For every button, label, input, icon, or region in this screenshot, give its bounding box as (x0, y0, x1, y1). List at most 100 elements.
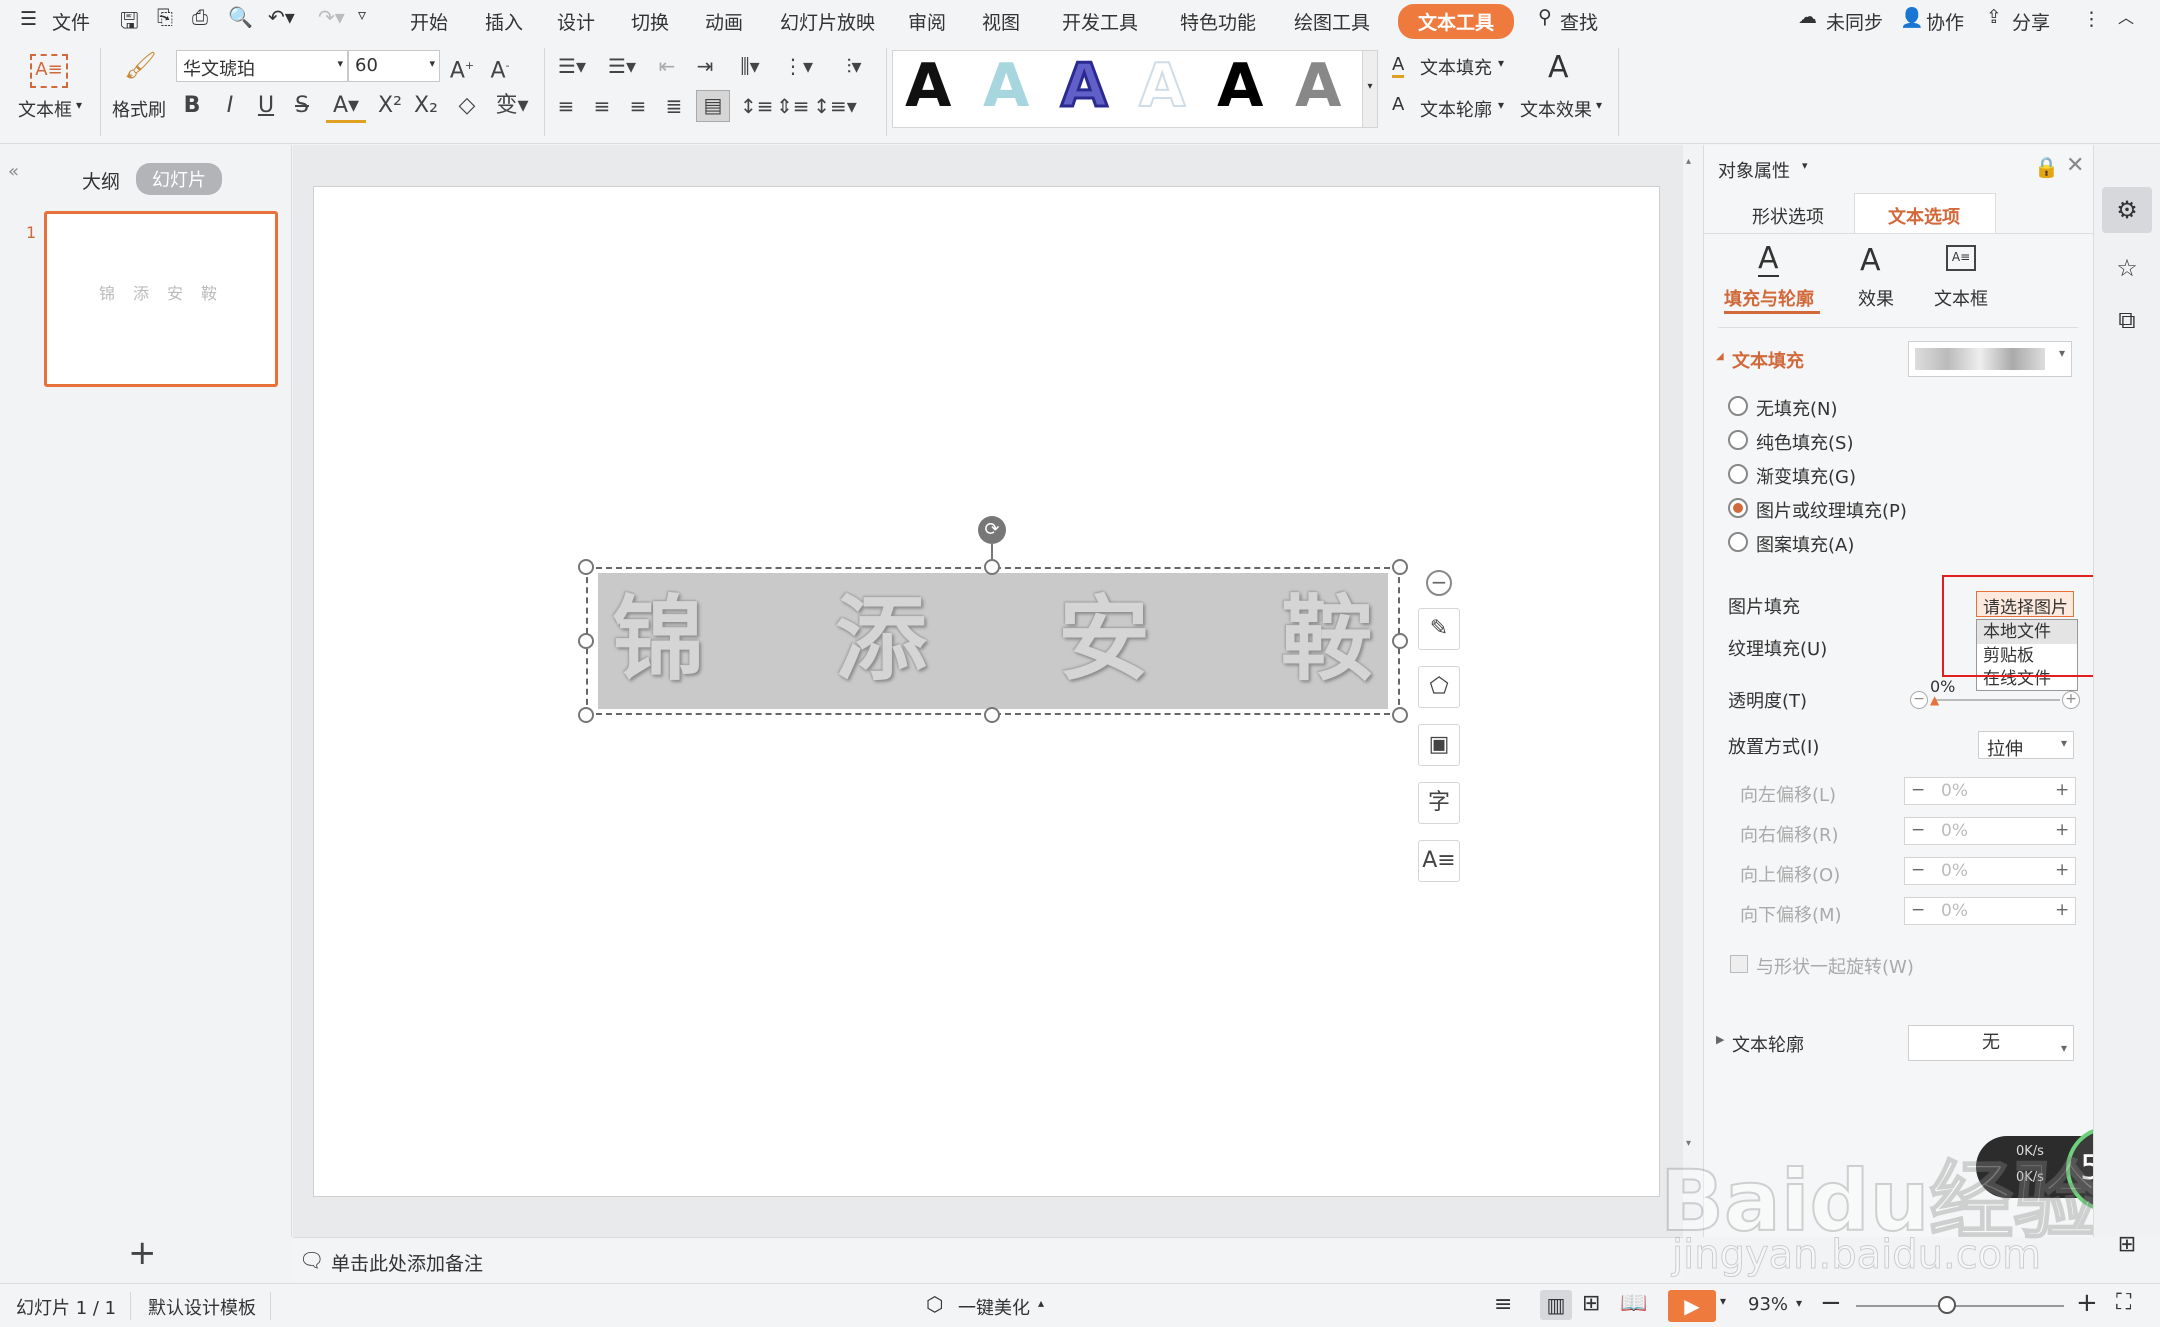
scroll-down-icon[interactable]: ▾ (1686, 1138, 1691, 1149)
resize-handle-w[interactable] (578, 633, 594, 649)
fill-bucket-icon[interactable]: ⬠ (1418, 666, 1460, 708)
preview-icon[interactable]: 🔍 (228, 5, 253, 29)
more-icon[interactable]: ⋮ (2082, 8, 2101, 30)
transparency-decrease-icon[interactable]: − (1910, 691, 1928, 709)
italic-button[interactable]: I (218, 92, 242, 120)
resize-handle-n[interactable] (984, 559, 1000, 575)
align-text-icon[interactable]: ⫶▾ (834, 52, 874, 80)
tab-transition[interactable]: 切换 (631, 8, 669, 35)
bullets-icon[interactable]: ☰▾ (552, 52, 592, 80)
tab-review[interactable]: 审阅 (908, 8, 946, 35)
outline-dropdown[interactable]: 无 ▾ (1908, 1025, 2074, 1061)
format-painter-button[interactable]: 格式刷 (112, 96, 166, 122)
font-size-field[interactable]: 60 ▾ (348, 50, 440, 82)
sync-status[interactable]: 未同步 (1826, 8, 1883, 35)
tab-insert[interactable]: 插入 (485, 8, 523, 35)
reading-view-icon[interactable]: 📖 (1620, 1291, 1647, 1316)
text-outline-button[interactable]: 文本轮廓 (1420, 96, 1492, 122)
increase-indent-icon[interactable]: ⇥ (690, 52, 720, 80)
clear-format-icon[interactable]: ◇ (452, 92, 482, 120)
textbox-button[interactable]: 文本框 (18, 96, 72, 122)
text-fill-button[interactable]: 文本填充 (1420, 54, 1492, 80)
resize-handle-ne[interactable] (1392, 559, 1408, 575)
chevron-down-icon[interactable]: ▾ (1796, 1296, 1802, 1310)
tab-design[interactable]: 设计 (557, 8, 595, 35)
tab-slides[interactable]: 幻灯片 (136, 163, 222, 195)
chevron-down-icon[interactable]: ▾ (1596, 98, 1602, 112)
resize-handle-s[interactable] (984, 707, 1000, 723)
file-menu[interactable]: 文件 (52, 8, 90, 35)
tab-slideshow[interactable]: 幻灯片放映 (780, 8, 875, 35)
wordart-style-2[interactable]: A (983, 51, 1029, 121)
tab-text-options[interactable]: 文本选项 (1888, 203, 1960, 229)
align-left-icon[interactable]: ≡ (552, 92, 580, 120)
strikethrough-button[interactable]: S (290, 92, 314, 120)
expand-icon[interactable]: ◢ (1716, 351, 1724, 362)
align-right-icon[interactable]: ≡ (624, 92, 652, 120)
rotate-with-shape-checkbox[interactable] (1730, 955, 1748, 973)
subscript-icon[interactable]: X₂ (412, 92, 440, 120)
tab-text-tools[interactable]: 文本工具 (1398, 4, 1515, 39)
text-direction-icon[interactable]: ⋮▾ (778, 52, 818, 80)
resize-handle-se[interactable] (1392, 707, 1408, 723)
columns-icon[interactable]: ⫼▾ (730, 52, 770, 80)
close-icon[interactable]: ✕ (2066, 153, 2084, 178)
tab-animation[interactable]: 动画 (705, 8, 743, 35)
outline-frame-icon[interactable]: ▣ (1418, 724, 1460, 766)
text-layout-icon[interactable]: A≡ (1418, 840, 1460, 882)
subtab-effect[interactable]: 效果 (1858, 285, 1894, 311)
tab-drawing-tools[interactable]: 绘图工具 (1294, 8, 1370, 35)
tab-outline[interactable]: 大纲 (82, 167, 120, 194)
normal-view-icon[interactable]: ▥ (1540, 1290, 1572, 1320)
placement-dropdown[interactable]: 拉伸 ▾ (1978, 731, 2074, 760)
scrollbar[interactable] (1685, 145, 1695, 1237)
chevron-down-icon[interactable]: ▾ (1498, 98, 1504, 112)
distribute-icon[interactable]: ▤ (696, 90, 730, 122)
tab-features[interactable]: 特色功能 (1180, 8, 1256, 35)
wordart-style-3[interactable]: A (1059, 50, 1108, 123)
zoom-slider-thumb[interactable] (1938, 1296, 1956, 1314)
char-convert-icon[interactable]: 字 (1418, 782, 1460, 824)
option-solid-fill[interactable]: 纯色填充(S) (1756, 429, 1853, 455)
tab-home[interactable]: 开始 (410, 8, 448, 35)
play-button[interactable]: ▶ (1668, 1290, 1716, 1322)
undo-icon[interactable]: ↶▾ (268, 5, 295, 29)
tab-developer[interactable]: 开发工具 (1062, 8, 1138, 35)
print-icon[interactable]: ⎙ (192, 5, 208, 29)
section-text-fill[interactable]: 文本填充 (1732, 347, 1804, 373)
add-slide-icon[interactable]: + (128, 1233, 157, 1273)
collapse-panel-icon[interactable]: « (8, 161, 19, 182)
resize-handle-sw[interactable] (578, 707, 594, 723)
zoom-in-icon[interactable]: + (2076, 1288, 2098, 1318)
collab-button[interactable]: 协作 (1926, 8, 1964, 35)
superscript-icon[interactable]: X² (376, 92, 404, 120)
save-icon[interactable]: 🖫 (120, 4, 139, 42)
justify-icon[interactable]: ≣ (660, 92, 688, 120)
section-text-outline[interactable]: 文本轮廓 (1732, 1031, 1804, 1057)
line-spacing-icon[interactable]: ↕≡ (740, 92, 774, 120)
radio-solid-fill[interactable] (1728, 430, 1748, 450)
notes-bar[interactable]: 🗨 单击此处添加备注 (293, 1237, 1683, 1283)
wordart-style-1[interactable]: A (905, 51, 951, 121)
collapse-ribbon-icon[interactable]: ︿ (2118, 4, 2134, 28)
align-center-icon[interactable]: ≡ (588, 92, 616, 120)
wordart-style-6[interactable]: A (1295, 51, 1341, 121)
paragraph-settings-icon[interactable]: ↕≡▾ (812, 92, 858, 120)
customize-icon[interactable]: ▿ (358, 5, 366, 24)
texture-fill-label[interactable]: 纹理填充(U) (1728, 635, 1827, 661)
expand-icon[interactable]: ▶ (1716, 1033, 1724, 1046)
share-button[interactable]: 分享 (2012, 8, 2050, 35)
text-effect-button[interactable]: 文本效果 (1520, 96, 1592, 122)
radio-picture-fill[interactable] (1728, 498, 1748, 518)
notes-placeholder[interactable]: 单击此处添加备注 (331, 1249, 483, 1276)
textbox-icon[interactable]: A≡ (30, 54, 68, 88)
option-picture-fill[interactable]: 图片或纹理填充(P) (1756, 497, 1907, 523)
scroll-up-icon[interactable]: ▴ (1686, 156, 1691, 167)
redo-icon[interactable]: ↷▾ (318, 5, 345, 29)
resize-handle-nw[interactable] (578, 559, 594, 575)
decrease-indent-icon[interactable]: ⇤ (652, 52, 682, 80)
resize-handle-e[interactable] (1392, 633, 1408, 649)
chevron-down-icon[interactable]: ▾ (1802, 159, 1808, 172)
transparency-increase-icon[interactable]: + (2062, 691, 2080, 709)
offset-right-stepper[interactable]: −0% + (1904, 817, 2076, 845)
